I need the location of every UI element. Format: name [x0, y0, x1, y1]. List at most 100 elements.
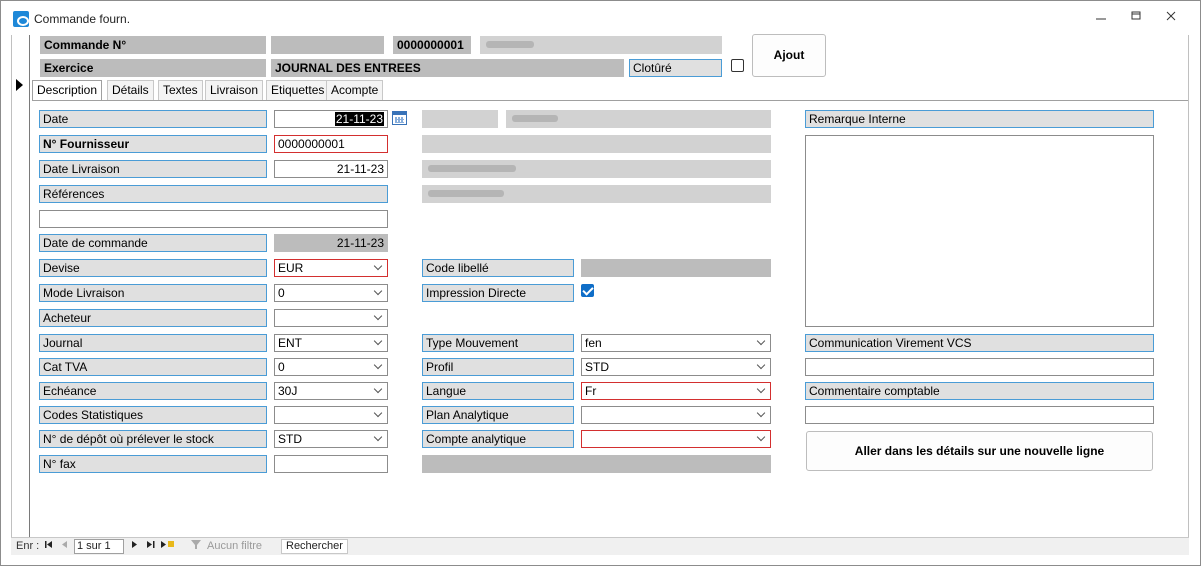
chevron-down-icon[interactable] [371, 432, 386, 446]
plan-analytique-label: Plan Analytique [422, 406, 574, 424]
minimize-icon [1096, 18, 1106, 20]
supplier-code-redacted [422, 110, 498, 128]
chevron-down-icon[interactable] [371, 311, 386, 325]
fax-label: N° fax [39, 455, 267, 473]
compte-analytique-label: Compte analytique [422, 430, 574, 448]
window: Commande fourn. Commande N° 0000000001 E… [0, 0, 1201, 566]
chevron-down-icon[interactable] [754, 384, 769, 398]
chevron-down-icon[interactable] [371, 360, 386, 374]
plan-analytique-select[interactable] [581, 406, 771, 424]
profil-label: Profil [422, 358, 574, 376]
title-bar: Commande fourn. [1, 1, 1200, 35]
minimize-button[interactable] [1092, 10, 1110, 26]
current-record-arrow-icon [16, 79, 23, 91]
first-record-icon[interactable] [45, 540, 53, 553]
mode-livraison-label: Mode Livraison [39, 284, 267, 302]
depot-value: STD [278, 432, 302, 446]
tab-acompte[interactable]: Acompte [326, 80, 384, 100]
date-commande-value: 21-11-23 [274, 234, 388, 252]
chevron-down-icon[interactable] [754, 432, 769, 446]
details-new-line-button[interactable]: Aller dans les détails sur une nouvelle … [806, 431, 1153, 471]
tab-livraison[interactable]: Livraison [205, 80, 264, 100]
commande-label: Commande N° [40, 36, 266, 54]
cat-tva-select[interactable]: 0 [274, 358, 388, 376]
chevron-down-icon[interactable] [371, 261, 386, 275]
previous-record-icon[interactable] [62, 540, 68, 553]
impression-checkbox[interactable] [581, 284, 594, 297]
cat-tva-label: Cat TVA [39, 358, 267, 376]
record-navigation-bar: Enr : 1 sur 1 Aucun filtre Rechercher [11, 537, 1189, 555]
ajout-button[interactable]: Ajout [752, 34, 826, 77]
remarque-label: Remarque Interne [805, 110, 1154, 128]
chevron-down-icon[interactable] [371, 286, 386, 300]
compte-analytique-select[interactable] [581, 430, 771, 448]
restore-icon [1131, 11, 1141, 20]
profil-select[interactable]: STD [581, 358, 771, 376]
filter-status[interactable]: Aucun filtre [207, 540, 262, 552]
langue-label: Langue [422, 382, 574, 400]
close-icon [1166, 11, 1176, 21]
echeance-select[interactable]: 30J [274, 382, 388, 400]
exercice-label: Exercice [40, 59, 266, 77]
tab-etiquettes[interactable]: Etiquettes [266, 80, 330, 100]
new-record-icon[interactable] [161, 540, 175, 553]
close-button[interactable] [1162, 10, 1180, 26]
chevron-down-icon[interactable] [754, 408, 769, 422]
langue-value: Fr [585, 384, 597, 398]
depot-select[interactable]: STD [274, 430, 388, 448]
acheteur-label: Acheteur [39, 309, 267, 327]
window-title: Commande fourn. [34, 12, 131, 26]
impression-label: Impression Directe [422, 284, 574, 302]
cloture-checkbox[interactable] [731, 59, 744, 72]
tab-description[interactable]: Description [32, 80, 103, 101]
search-box[interactable]: Rechercher [281, 539, 348, 554]
codes-stat-select[interactable] [274, 406, 388, 424]
chevron-down-icon[interactable] [754, 336, 769, 350]
record-selector[interactable] [11, 35, 30, 537]
chevron-down-icon[interactable] [371, 336, 386, 350]
type-mouvement-value: fen [585, 336, 602, 350]
chevron-down-icon[interactable] [754, 360, 769, 374]
depot-label: N° de dépôt où prélever le stock [39, 430, 267, 448]
fax-extra-readonly [422, 455, 771, 473]
date-livraison-field[interactable]: 21-11-23 [274, 160, 388, 178]
code-libelle-label: Code libellé [422, 259, 574, 277]
tab-details[interactable]: Détails [107, 80, 154, 100]
langue-select[interactable]: Fr [581, 382, 771, 400]
communication-label: Communication Virement VCS [805, 334, 1154, 352]
communication-field[interactable] [805, 358, 1154, 376]
remarque-textarea[interactable] [805, 135, 1154, 327]
address-line-3-redacted [422, 185, 771, 203]
record-position-field[interactable]: 1 sur 1 [74, 539, 124, 554]
journal-title: JOURNAL DES ENTREES [271, 59, 624, 77]
restore-button[interactable] [1127, 10, 1145, 26]
cat-tva-value: 0 [278, 360, 285, 374]
last-record-icon[interactable] [147, 540, 155, 553]
app-icon [13, 11, 29, 27]
next-record-icon[interactable] [132, 540, 138, 553]
date-commande-label: Date de commande [39, 234, 267, 252]
filter-icon [191, 540, 203, 553]
commentaire-field[interactable] [805, 406, 1154, 424]
references-field[interactable] [39, 210, 388, 228]
mode-livraison-value: 0 [278, 286, 285, 300]
form-right-border [1188, 35, 1189, 537]
codes-stat-label: Codes Statistiques [39, 406, 267, 424]
fax-field[interactable] [274, 455, 388, 473]
commentaire-label: Commentaire comptable [805, 382, 1154, 400]
devise-label: Devise [39, 259, 267, 277]
chevron-down-icon[interactable] [371, 384, 386, 398]
mode-livraison-select[interactable]: 0 [274, 284, 388, 302]
fournisseur-field[interactable]: 0000000001 [274, 135, 388, 153]
code-libelle-value [581, 259, 771, 277]
journal-select[interactable]: ENT [274, 334, 388, 352]
tab-textes[interactable]: Textes [158, 80, 203, 100]
acheteur-select[interactable] [274, 309, 388, 327]
chevron-down-icon[interactable] [371, 408, 386, 422]
type-mouvement-select[interactable]: fen [581, 334, 771, 352]
date-field[interactable]: 21-11-23 [274, 110, 388, 128]
echeance-value: 30J [278, 384, 298, 398]
devise-select[interactable]: EUR [274, 259, 388, 277]
calendar-icon[interactable] [392, 111, 407, 125]
date-label: Date [39, 110, 267, 128]
